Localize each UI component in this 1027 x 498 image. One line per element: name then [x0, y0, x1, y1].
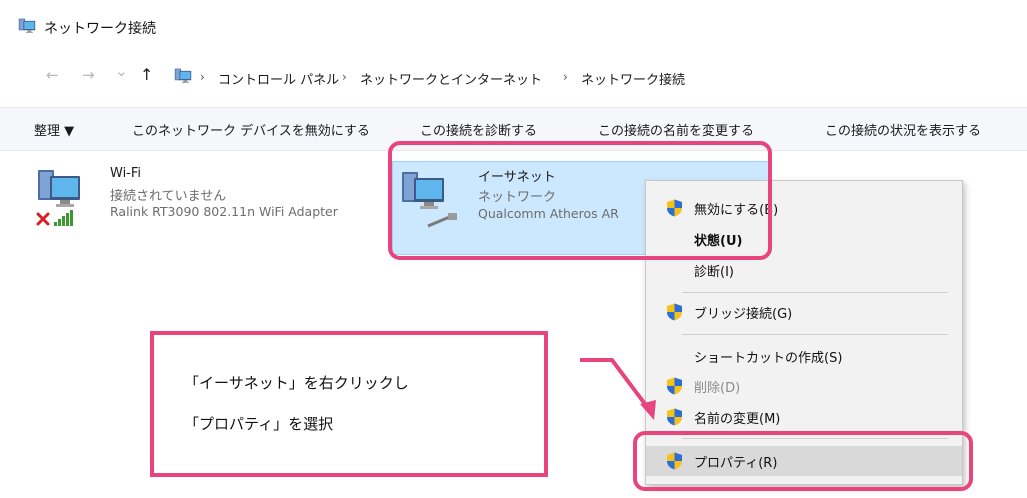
menu-item-delete: 削除(D) [646, 371, 962, 401]
menu-item-create-shortcut[interactable]: ショートカットの作成(S) [646, 341, 962, 371]
breadcrumb-network-connections[interactable]: ネットワーク接続 [581, 69, 685, 88]
breadcrumb-separator-icon: › [342, 70, 347, 84]
breadcrumb-separator-icon: › [563, 70, 568, 84]
menu-item-label: ショートカットの作成(S) [694, 351, 843, 366]
diagnose-button[interactable]: この接続を診断する [420, 120, 537, 139]
signal-bars-icon [54, 210, 73, 226]
organize-button[interactable]: 整理 ▼ [34, 120, 74, 139]
window-title: ネットワーク接続 [44, 21, 156, 37]
pointer-arrow-icon [580, 358, 656, 420]
forward-arrow-icon[interactable]: → [82, 66, 95, 84]
callout-line-2: 「プロパティ」を選択 [184, 415, 334, 433]
menu-separator [682, 292, 948, 293]
menu-separator [682, 334, 948, 335]
control-panel-icon [174, 67, 192, 85]
properties-highlight-box [633, 431, 973, 491]
up-arrow-icon[interactable]: ↑ [140, 65, 153, 84]
view-status-button[interactable]: この接続の状況を表示する [825, 120, 981, 139]
disconnected-x-icon [36, 212, 50, 226]
breadcrumb-network-internet[interactable]: ネットワークとインターネット [360, 69, 542, 88]
breadcrumb-separator-icon: › [200, 70, 205, 84]
uac-shield-icon [666, 303, 683, 321]
rename-button[interactable]: この接続の名前を変更する [598, 120, 754, 139]
connection-name: Wi-Fi [110, 166, 142, 181]
ethernet-highlight-box [388, 141, 772, 260]
callout-line-1: 「イーサネット」を右クリックし [184, 374, 409, 392]
menu-item-label: 診断(I) [694, 265, 734, 280]
menu-item-bridge[interactable]: ブリッジ接続(G) [646, 297, 962, 327]
wifi-adapter-icon [36, 166, 82, 212]
menu-item-rename[interactable]: 名前の変更(M) [646, 402, 962, 432]
menu-item-label: 削除(D) [694, 381, 741, 396]
menu-item-label: ブリッジ接続(G) [694, 307, 793, 322]
instruction-callout: 「イーサネット」を右クリックし 「プロパティ」を選択 [150, 331, 548, 477]
menu-item-label: 名前の変更(M) [694, 412, 781, 427]
disable-device-button[interactable]: このネットワーク デバイスを無効にする [132, 120, 370, 139]
back-arrow-icon[interactable]: ← [46, 66, 59, 84]
network-connections-icon [18, 17, 36, 35]
connection-adapter: Ralink RT3090 802.11n WiFi Adapter [110, 204, 338, 219]
connection-status: 接続されていません [110, 189, 227, 204]
breadcrumb-control-panel[interactable]: コントロール パネル [218, 69, 339, 88]
wifi-connection-item[interactable]: Wi-Fi 接続されていません Ralink RT3090 802.11n Wi… [30, 160, 390, 240]
recent-locations-chevron-icon[interactable]: ⌄ [115, 62, 128, 80]
